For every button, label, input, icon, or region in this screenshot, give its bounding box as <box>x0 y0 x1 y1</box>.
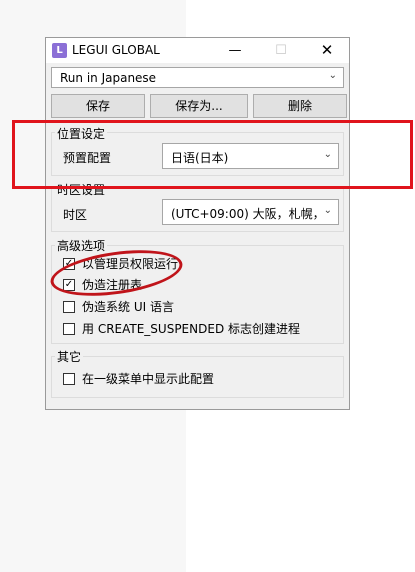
show-in-menu-checkbox[interactable] <box>63 373 75 385</box>
window-title: LEGUI GLOBAL <box>72 43 160 57</box>
annotation-rectangle <box>12 120 413 189</box>
legui-window: L LEGUI GLOBAL — ☐ ✕ Run in Japanese ⌄ 保… <box>45 37 350 410</box>
delete-button[interactable]: 删除 <box>253 94 347 118</box>
save-as-button[interactable]: 保存为... <box>150 94 248 118</box>
app-icon: L <box>52 43 67 58</box>
close-button[interactable]: ✕ <box>304 38 350 63</box>
timezone-dropdown[interactable]: (UTC+09:00) 大阪，札幌，东京 ⌄ <box>162 199 339 225</box>
title-bar: L LEGUI GLOBAL — ☐ ✕ <box>46 38 349 63</box>
profile-dropdown[interactable]: Run in Japanese ⌄ <box>51 67 344 88</box>
other-group-label: 其它 <box>55 348 84 365</box>
profile-dropdown-value: Run in Japanese <box>60 71 157 85</box>
maximize-button[interactable]: ☐ <box>258 38 304 63</box>
create-suspended-checkbox[interactable] <box>63 323 75 335</box>
timezone-dropdown-value: (UTC+09:00) 大阪，札幌，东京 <box>171 207 318 221</box>
show-in-menu-label[interactable]: 在一级菜单中显示此配置 <box>82 370 214 387</box>
create-suspended-label[interactable]: 用 CREATE_SUSPENDED 标志创建进程 <box>82 320 300 337</box>
fake-ui-language-checkbox[interactable] <box>63 301 75 313</box>
save-button[interactable]: 保存 <box>51 94 145 118</box>
fake-ui-language-label[interactable]: 伪造系统 UI 语言 <box>82 298 174 315</box>
minimize-button[interactable]: — <box>212 38 258 63</box>
timezone-label: 时区 <box>63 208 88 222</box>
chevron-down-icon: ⌄ <box>323 205 332 216</box>
chevron-down-icon: ⌄ <box>328 70 337 81</box>
advanced-group-label: 高级选项 <box>55 237 108 254</box>
